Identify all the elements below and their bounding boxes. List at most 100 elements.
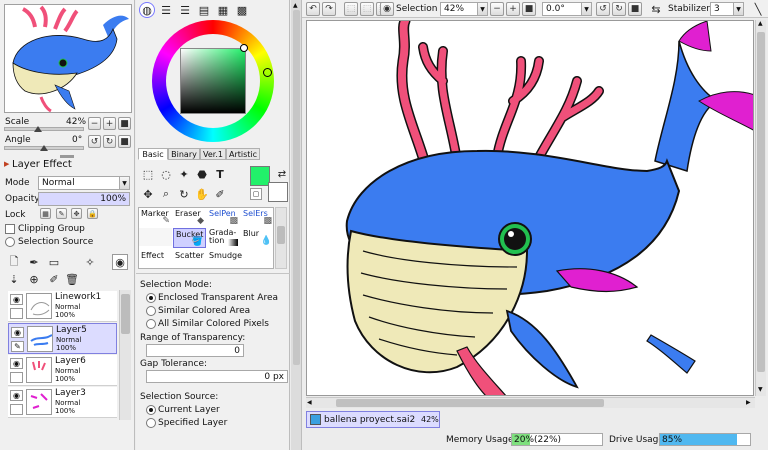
new-layer-icon[interactable]: 🗋 [6,254,22,270]
rgb-slider-mode-icon[interactable]: ☰ [158,2,174,18]
navigator-preview[interactable] [4,4,132,113]
lasso-select-icon[interactable]: ◌ [158,166,174,182]
v-scroll-up-icon[interactable]: ▲ [758,20,763,27]
clipping-group-checkbox[interactable] [5,224,15,234]
stabilizer-select[interactable]: 3 ▼ [710,2,744,16]
new-folder-icon[interactable]: ▭ [46,254,62,270]
tab-ver1[interactable]: Ver.1 [200,148,226,160]
layer-mask-icon[interactable]: ◉ [112,254,128,270]
tab-binary[interactable]: Binary [168,148,200,160]
rotate-reset-button[interactable]: ■ [118,135,131,148]
h-scroll-right-icon[interactable]: ▶ [746,399,751,406]
v-scroll-down-icon[interactable]: ▼ [758,386,763,393]
toolbar-zoom-in-button[interactable]: + [506,2,520,16]
layer-effect-arrow-icon[interactable]: ▶ [4,160,9,168]
layer-row[interactable]: ◉ Layer3 Normal 100% [8,387,117,418]
zoom-out-button[interactable]: − [88,117,101,130]
lock-all-button[interactable]: 🔒 [87,208,98,219]
brush-eraser[interactable]: Eraser ◆ [173,208,206,226]
scale-slider[interactable] [4,127,84,131]
scratchpad-mode-icon[interactable]: ▦ [215,2,231,18]
gap-input[interactable]: 0 px [146,370,288,383]
toolbar-rotate-reset-button[interactable]: ■ [628,2,642,16]
hsv-slider-mode-icon[interactable]: ☰ [177,2,193,18]
lock-drawing-button[interactable]: ✎ [56,208,67,219]
mode-enclosed-radio[interactable] [146,293,156,303]
straight-line-icon[interactable]: ╲ [750,1,766,17]
layer-row[interactable]: ◉ Layer6 Normal 100% [8,355,117,386]
brush-grid-scroll-thumb[interactable] [277,226,285,244]
panel-splitter[interactable]: ▲ [291,0,302,450]
pen-icon[interactable]: ✎ [11,341,24,352]
palette-mode-icon[interactable]: ▩ [234,2,250,18]
rotate-left-button[interactable]: ↺ [88,135,101,148]
zoom-tool-icon[interactable]: ⌕ [158,186,174,202]
pen-icon[interactable] [10,404,23,415]
rect-select-icon[interactable]: ⬚ [140,166,156,182]
mode-similar-radio[interactable] [146,306,156,316]
brush-smudge[interactable]: Smudge [207,250,242,268]
toolbar-rotate-right-button[interactable]: ↻ [612,2,626,16]
eye-icon[interactable]: ◉ [11,327,24,338]
magic-wand-icon[interactable]: ✦ [176,166,192,182]
merge-down-icon[interactable]: ⇣ [6,271,22,287]
layer-list-scroll-thumb[interactable] [121,294,130,334]
scale-slider-thumb[interactable] [34,126,42,132]
brush-gradation[interactable]: Grada- tion [207,228,240,246]
source-current-radio[interactable] [146,405,156,415]
opacity-slider[interactable]: 100% [38,192,130,206]
layer-row[interactable]: ◉ Linework1 Normal 100% [8,291,117,322]
angle-select[interactable]: 0.0° ▼ [542,2,592,16]
move-tool-icon[interactable]: ✥ [140,186,156,202]
transparent-color-toggle[interactable]: ▢ [250,188,262,200]
layer-list-scrollbar[interactable] [119,290,131,420]
layer-row[interactable]: ◉ ✎ Layer5 Normal 100% [8,323,117,354]
brush-selers[interactable]: SelErs ▩ [241,208,274,226]
color-wheel-mode-icon[interactable]: ◍ [139,2,155,18]
hue-cursor[interactable] [263,68,272,77]
toolbar-zoom-out-button[interactable]: − [490,2,504,16]
canvas-vertical-scrollbar[interactable]: ▲ ▼ [755,20,766,396]
source-specified-radio[interactable] [146,418,156,428]
panel-resize-grip[interactable] [60,155,74,158]
selection-source-radio[interactable] [5,237,15,247]
rotate-right-button[interactable]: ↻ [103,135,116,148]
copy-layer-icon[interactable]: ⊕ [26,271,42,287]
toolbar-rotate-left-button[interactable]: ↺ [596,2,610,16]
v-scroll-thumb[interactable] [757,32,765,372]
document-tab[interactable]: ballena proyect.sai2 42% [306,411,440,428]
brush-grid-scrollbar[interactable] [275,207,287,269]
angle-slider-thumb[interactable] [40,145,48,151]
zoom-reset-button[interactable]: ■ [118,117,131,130]
undo-button[interactable]: ↶ [306,2,320,16]
h-scroll-thumb[interactable] [336,399,604,407]
hand-tool-icon[interactable]: ✋ [194,186,210,202]
canvas-viewport[interactable] [306,20,754,396]
brush-marker[interactable]: Marker ✎ [139,208,172,226]
h-scroll-left-icon[interactable]: ◀ [307,399,312,406]
show-selection-toggle[interactable]: ◉ [380,2,394,16]
color-wheel[interactable] [152,20,274,142]
tab-basic[interactable]: Basic [138,148,168,160]
brush-selpen[interactable]: SelPen ▩ [207,208,240,226]
eyedropper-icon[interactable]: ✐ [212,186,228,202]
secondary-color-swatch[interactable] [268,182,288,202]
deselect-button[interactable]: ⬚ [344,2,358,16]
brush-effect[interactable]: Effect [139,250,172,268]
saturation-value-square[interactable] [180,48,246,114]
mode-all-similar-radio[interactable] [146,319,156,329]
layer-filter-icon[interactable]: ✧ [82,254,98,270]
pen-icon[interactable] [10,372,23,383]
toolbar-zoom-reset-button[interactable]: ■ [522,2,536,16]
delete-layer-icon[interactable]: 🗑 [64,271,80,287]
pen-icon[interactable] [10,308,23,319]
redo-button[interactable]: ↷ [322,2,336,16]
shape-icon[interactable]: ⬣ [194,166,210,182]
lock-transparency-button[interactable]: ▦ [40,208,51,219]
splitter-thumb[interactable] [293,10,300,365]
flip-horizontal-icon[interactable]: ⇆ [648,1,664,17]
splitter-arrow-icon[interactable]: ▲ [293,2,298,9]
blend-mode-select[interactable]: Normal ▼ [38,176,130,190]
lock-move-button[interactable]: ✥ [71,208,82,219]
invert-selection-button[interactable]: ⬚ [360,2,374,16]
